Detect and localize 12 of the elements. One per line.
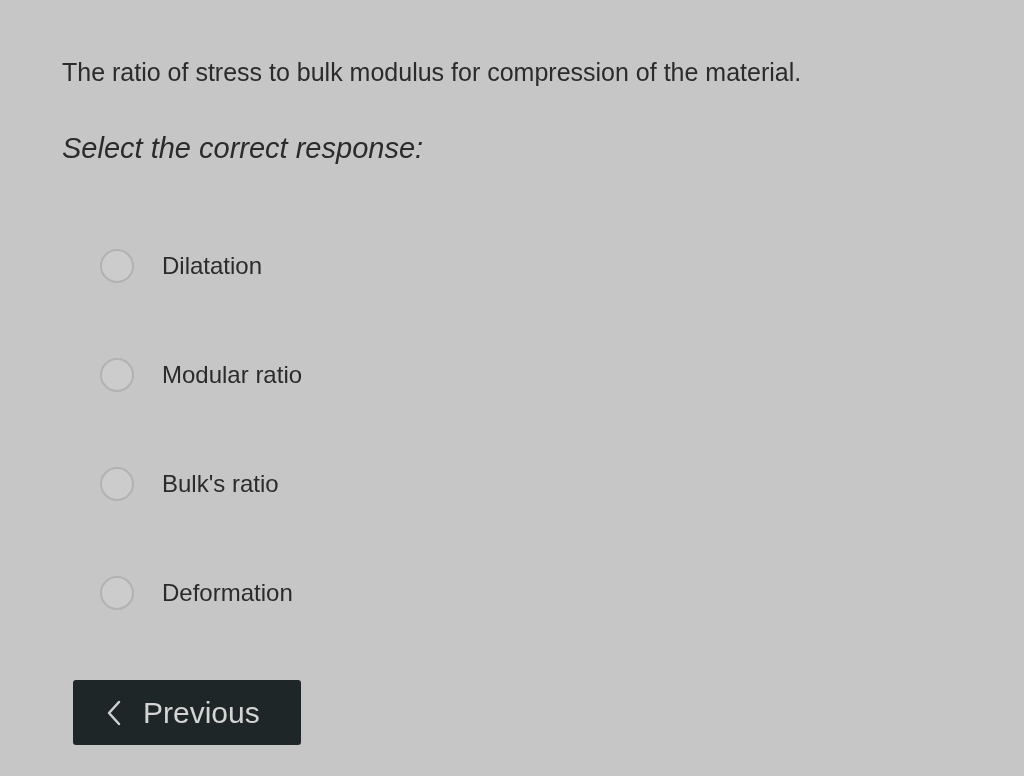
chevron-left-icon	[107, 699, 121, 726]
question-text: The ratio of stress to bulk modulus for compression of the material.	[62, 57, 802, 88]
radio-button[interactable]	[100, 576, 134, 610]
option-label[interactable]: Deformation	[162, 578, 293, 608]
option-label[interactable]: Modular ratio	[162, 360, 303, 390]
option-label[interactable]: Bulk's ratio	[162, 469, 279, 499]
radio-button[interactable]	[100, 467, 134, 501]
instruction-text: Select the correct response:	[62, 131, 424, 166]
option-label[interactable]: Dilatation	[162, 251, 263, 281]
radio-button[interactable]	[100, 249, 134, 283]
previous-button[interactable]: Previous	[73, 680, 301, 745]
radio-button[interactable]	[100, 358, 134, 392]
